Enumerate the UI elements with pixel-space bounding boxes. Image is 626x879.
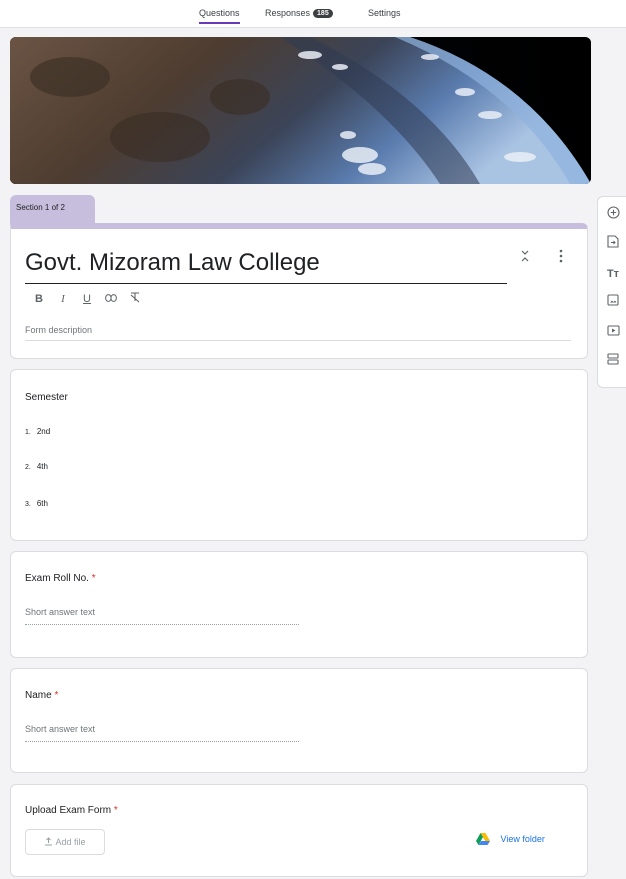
title-underline: [25, 283, 507, 284]
description-underline: [25, 340, 571, 341]
option-number: 1.: [25, 429, 31, 436]
short-answer-underline: [25, 741, 299, 742]
form-title[interactable]: Govt. Mizoram Law College: [25, 249, 320, 277]
tab-responses-label: Responses: [265, 8, 311, 18]
earth-from-space-image: [10, 37, 591, 184]
question-card-name[interactable]: Name * Short answer text: [10, 668, 588, 773]
question-title: Upload Exam Form *: [25, 805, 118, 816]
question-title-text: Upload Exam Form: [25, 805, 112, 816]
view-folder-label: View folder: [500, 834, 545, 844]
add-file-button[interactable]: Add file: [25, 829, 105, 855]
tab-settings[interactable]: Settings: [368, 8, 401, 18]
question-card-exam-roll-no[interactable]: Exam Roll No. * Short answer text: [10, 551, 588, 658]
clear-formatting-icon[interactable]: [127, 291, 143, 307]
import-questions-icon[interactable]: [604, 235, 622, 253]
add-section-icon[interactable]: [604, 353, 622, 371]
short-answer-placeholder: Short answer text: [25, 607, 96, 617]
italic-button[interactable]: I: [55, 291, 71, 307]
required-asterisk: *: [113, 805, 118, 816]
option-label: 4th: [36, 462, 48, 471]
question-title-text: Name: [25, 690, 52, 701]
question-card-upload-exam-form[interactable]: Upload Exam Form * Add file View folder: [10, 784, 588, 877]
underline-button[interactable]: U: [79, 291, 95, 307]
list-item: 3. 6th: [25, 499, 48, 508]
floating-toolbar: Tт: [597, 196, 626, 388]
add-image-icon[interactable]: [604, 294, 622, 312]
list-item: 2. 4th: [25, 462, 48, 471]
form-title-card[interactable]: Govt. Mizoram Law College B I U Form des…: [10, 223, 588, 359]
collapse-icon[interactable]: [518, 249, 532, 269]
upload-icon: [44, 837, 55, 847]
link-icon[interactable]: [103, 291, 119, 307]
option-label: 6th: [36, 499, 48, 508]
google-drive-icon: [476, 833, 490, 847]
form-description-field[interactable]: Form description: [25, 325, 92, 335]
question-title-text: Exam Roll No.: [25, 573, 89, 584]
responses-count-badge: 185: [313, 9, 333, 18]
short-answer-underline: [25, 624, 299, 625]
view-folder-link[interactable]: View folder: [476, 833, 545, 847]
question-title: Name *: [25, 690, 58, 701]
add-title-icon[interactable]: Tт: [604, 265, 622, 283]
add-file-label: Add file: [55, 837, 86, 847]
required-asterisk: *: [91, 573, 96, 584]
option-number: 2.: [25, 464, 31, 471]
required-asterisk: *: [54, 690, 59, 701]
top-tab-bar: Questions Responses 185 Settings: [0, 0, 626, 28]
section-label: Section 1 of 2: [10, 195, 95, 223]
option-label: 2nd: [36, 427, 51, 436]
tab-responses[interactable]: Responses 185: [265, 8, 333, 18]
option-number: 3.: [25, 501, 31, 508]
header-banner-image: [10, 37, 591, 184]
bold-button[interactable]: B: [31, 291, 47, 307]
add-video-icon[interactable]: [604, 324, 622, 342]
question-title: Semester: [25, 392, 68, 403]
question-card-semester[interactable]: Semester 1. 2nd 2. 4th 3. 6th: [10, 369, 588, 541]
list-item: 1. 2nd: [25, 427, 50, 436]
question-title: Exam Roll No. *: [25, 573, 96, 584]
tab-questions[interactable]: Questions: [199, 8, 240, 24]
add-question-icon[interactable]: [604, 206, 622, 224]
short-answer-placeholder: Short answer text: [25, 724, 96, 734]
more-options-icon[interactable]: [554, 249, 568, 269]
